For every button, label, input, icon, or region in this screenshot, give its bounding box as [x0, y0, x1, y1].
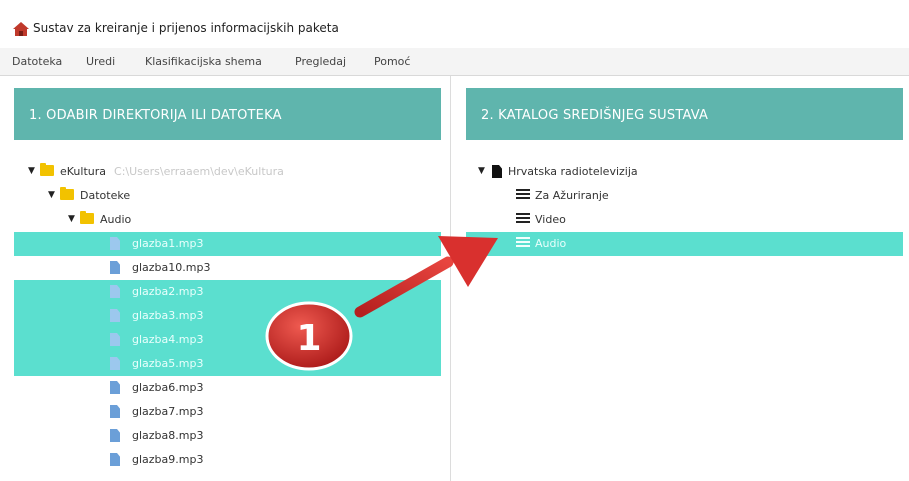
- window-title: Sustav za kreiranje i prijenos informaci…: [33, 21, 339, 35]
- file-name: glazba1.mp3: [132, 237, 204, 250]
- list-icon: [516, 213, 530, 224]
- file-row[interactable]: glazba9.mp3: [14, 448, 441, 472]
- document-icon: [492, 165, 502, 178]
- file-row[interactable]: glazba6.mp3: [14, 376, 441, 400]
- tree-node-ekultura[interactable]: ▼ eKultura C:\Users\erraaem\dev\eKultura: [14, 160, 441, 184]
- title-bar: Sustav za kreiranje i prijenos informaci…: [0, 0, 909, 48]
- tree-node-path: C:\Users\erraaem\dev\eKultura: [114, 165, 284, 178]
- left-panel-header: 1. ODABIR DIREKTORIJA ILI DATOTEKA: [14, 88, 441, 140]
- file-row[interactable]: glazba7.mp3: [14, 400, 441, 424]
- file-name: glazba7.mp3: [132, 405, 204, 418]
- catalog-node-label: Hrvatska radiotelevizija: [508, 165, 638, 178]
- file-name: glazba2.mp3: [132, 285, 204, 298]
- tree-node-label: Datoteke: [80, 189, 131, 202]
- folder-icon: [40, 163, 54, 176]
- menu-bar: Datoteka Uredi Klasifikacijska shema Pre…: [0, 48, 909, 76]
- catalog-item[interactable]: Audio: [466, 232, 903, 256]
- expand-arrow-icon[interactable]: ▼: [478, 166, 485, 176]
- folder-icon: [80, 211, 94, 224]
- menu-pomoc[interactable]: Pomoć: [374, 55, 410, 68]
- tree-node-label: eKultura: [60, 165, 107, 178]
- list-icon: [516, 237, 530, 248]
- file-icon: [110, 309, 120, 322]
- file-name: glazba4.mp3: [132, 333, 204, 346]
- tree-node-datoteke[interactable]: ▼ Datoteke: [14, 184, 441, 208]
- catalog-item[interactable]: Za Ažuriranje: [466, 184, 903, 208]
- file-row[interactable]: glazba10.mp3: [14, 256, 441, 280]
- menu-datoteka[interactable]: Datoteka: [12, 55, 62, 68]
- catalog-node-root[interactable]: ▼ Hrvatska radiotelevizija: [466, 160, 903, 184]
- menu-klasifikacijska-shema[interactable]: Klasifikacijska shema: [145, 55, 262, 68]
- expand-arrow-icon[interactable]: ▼: [28, 166, 35, 176]
- right-panel: 2. KATALOG SREDIŠNJEG SUSTAVA ▼ Hrvatska…: [452, 76, 909, 481]
- folder-icon: [60, 187, 74, 200]
- catalog-item-label: Video: [535, 213, 566, 226]
- file-name: glazba5.mp3: [132, 357, 204, 370]
- list-icon: [516, 189, 530, 200]
- file-icon: [110, 333, 120, 346]
- file-icon: [110, 405, 120, 418]
- tree-node-label: Audio: [100, 213, 132, 226]
- file-name: glazba6.mp3: [132, 381, 204, 394]
- file-icon: [110, 429, 120, 442]
- catalog-item[interactable]: Video: [466, 208, 903, 232]
- file-icon: [110, 357, 120, 370]
- file-row[interactable]: glazba5.mp3: [14, 352, 441, 376]
- catalog-item-label: Audio: [535, 237, 567, 250]
- file-name: glazba8.mp3: [132, 429, 204, 442]
- file-row[interactable]: glazba1.mp3: [14, 232, 441, 256]
- file-row[interactable]: glazba8.mp3: [14, 424, 441, 448]
- left-panel: 1. ODABIR DIREKTORIJA ILI DATOTEKA ▼ eKu…: [0, 76, 451, 481]
- expand-arrow-icon[interactable]: ▼: [48, 190, 55, 200]
- file-icon: [110, 285, 120, 298]
- file-row[interactable]: glazba2.mp3: [14, 280, 441, 304]
- expand-arrow-icon[interactable]: ▼: [68, 214, 75, 224]
- file-row[interactable]: glazba4.mp3: [14, 328, 441, 352]
- right-panel-header: 2. KATALOG SREDIŠNJEG SUSTAVA: [466, 88, 903, 140]
- file-icon: [110, 261, 120, 274]
- catalog-item-label: Za Ažuriranje: [535, 189, 609, 202]
- file-row[interactable]: glazba3.mp3: [14, 304, 441, 328]
- menu-uredi[interactable]: Uredi: [86, 55, 115, 68]
- file-name: glazba10.mp3: [132, 261, 211, 274]
- tree-node-audio[interactable]: ▼ Audio: [14, 208, 441, 232]
- file-icon: [110, 453, 120, 466]
- file-icon: [110, 237, 120, 250]
- file-name: glazba9.mp3: [132, 453, 204, 466]
- menu-pregledaj[interactable]: Pregledaj: [295, 55, 346, 68]
- house-icon: [13, 22, 29, 36]
- file-name: glazba3.mp3: [132, 309, 204, 322]
- file-icon: [110, 381, 120, 394]
